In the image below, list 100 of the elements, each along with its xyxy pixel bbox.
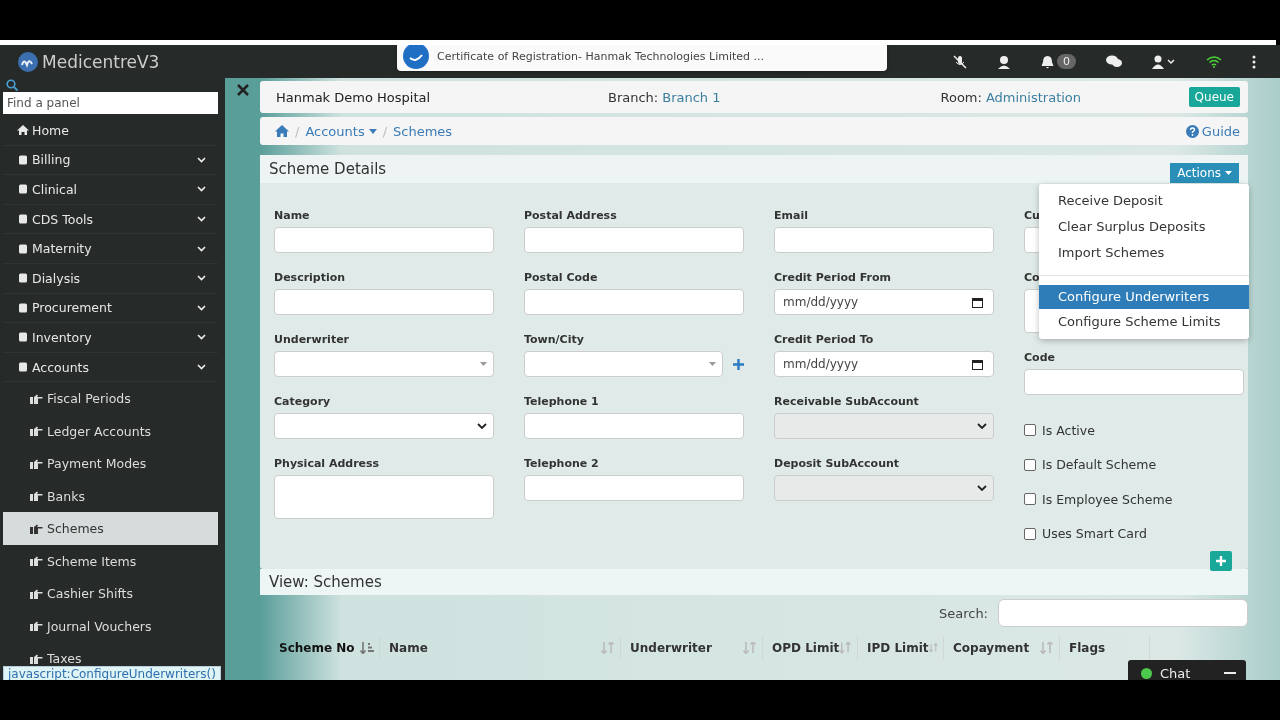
menu-item[interactable]: Configure Scheme Limits (1039, 309, 1249, 335)
field-label: Cu (1024, 209, 1040, 224)
menu-item[interactable]: Receive Deposit (1039, 188, 1249, 214)
column-header[interactable]: Underwriter (621, 636, 763, 660)
field-label: Town/City (524, 333, 584, 348)
input-field[interactable] (524, 289, 744, 315)
search-label: Search: (938, 605, 988, 621)
add-button[interactable] (1210, 551, 1232, 571)
sidebar-item[interactable]: Home (3, 116, 218, 146)
pointing-hand-icon (30, 621, 43, 632)
caret-icon (480, 362, 487, 366)
sidebar-subitem[interactable]: Schemes (3, 512, 218, 545)
section-title: View: Schemes (269, 573, 382, 591)
pointing-hand-icon (30, 588, 43, 599)
add-icon[interactable] (733, 358, 744, 370)
checkbox[interactable] (1024, 424, 1036, 437)
sidebar-item[interactable]: CDS Tools (3, 204, 218, 235)
sidebar-subitem[interactable]: Fiscal Periods (3, 382, 218, 415)
sidebar-item[interactable]: Procurement (3, 293, 218, 324)
input-field[interactable] (524, 475, 744, 501)
pointing-hand-icon (30, 556, 43, 567)
sidebar-item[interactable]: Maternity (3, 234, 218, 264)
sidebar-subitem[interactable]: Banks (3, 479, 218, 513)
status-tooltip: javascript:ConfigureUnderwriters() (3, 666, 221, 680)
online-status-icon (1141, 667, 1152, 679)
menu-item[interactable]: Configure Underwriters (1039, 285, 1249, 309)
user-menu-icon[interactable] (1152, 54, 1176, 69)
column-header[interactable]: IPD Limit (858, 636, 944, 660)
hospital-name: Hanmak Demo Hospital (276, 89, 432, 105)
sidebar-subitem[interactable]: Scheme Items (3, 544, 218, 578)
chevron-icon (477, 423, 487, 429)
field-label: Physical Address (274, 457, 380, 472)
muted-microphone-icon[interactable] (953, 54, 967, 69)
menu-item[interactable]: Import Schemes (1039, 240, 1249, 266)
field-label: Underwriter (274, 333, 350, 348)
chat-bubbles-icon[interactable] (1106, 55, 1122, 68)
support-agent-icon[interactable] (997, 54, 1011, 69)
column-header[interactable]: Copayment (944, 636, 1060, 660)
select-field[interactable] (524, 351, 723, 377)
sidebar-item[interactable]: Dialysis (3, 263, 218, 294)
date-field[interactable]: mm/dd/yyyy (774, 289, 994, 315)
branch-name[interactable]: Branch 1 (662, 89, 721, 105)
menu-item[interactable]: Clear Surplus Deposits (1039, 214, 1249, 240)
column-header[interactable]: OPD Limit (763, 636, 858, 660)
logo-icon (18, 51, 38, 72)
input-field[interactable] (774, 227, 994, 253)
caret-icon (709, 362, 716, 366)
checkbox-label: Is Default Scheme (1042, 457, 1157, 473)
field-label: Category (274, 395, 331, 410)
chevron-icon (197, 275, 206, 282)
sort-icon (839, 642, 852, 654)
close-icon[interactable] (236, 84, 249, 96)
plus-icon (1216, 556, 1226, 566)
input-field[interactable] (274, 227, 494, 253)
field-label: Name (274, 209, 310, 224)
field-label: Description (274, 271, 346, 286)
select-field[interactable] (274, 413, 494, 439)
checkbox[interactable] (1024, 493, 1036, 506)
sidebar-item[interactable]: Inventory (3, 323, 218, 353)
sidebar-item[interactable]: Clinical (3, 175, 218, 205)
field-label: Code (1024, 351, 1055, 366)
minimize-icon[interactable] (1224, 672, 1236, 674)
input-field[interactable] (524, 227, 744, 253)
bell-icon[interactable] (1041, 54, 1054, 69)
sidebar-item[interactable]: Accounts (3, 352, 218, 383)
room-name[interactable]: Administration (985, 89, 1082, 105)
sidebar-subitem[interactable]: Ledger Accounts (3, 414, 218, 448)
breadcrumb-link[interactable]: Accounts (305, 123, 377, 139)
input-field[interactable] (1024, 369, 1244, 395)
text-area[interactable] (274, 475, 494, 519)
checkbox[interactable] (1024, 458, 1036, 471)
home-icon[interactable] (275, 125, 289, 137)
panel-search-field[interactable]: Find a panel (3, 92, 218, 114)
sidebar-subitem[interactable]: Payment Modes (3, 447, 218, 480)
chevron-icon (197, 245, 206, 252)
breadcrumb-link[interactable]: Schemes (393, 123, 453, 139)
sidebar-subitem[interactable]: Journal Vouchers (3, 609, 218, 643)
sidebar-item[interactable]: Billing (3, 145, 218, 176)
actions-button[interactable]: Actions (1170, 163, 1239, 183)
date-field[interactable]: mm/dd/yyyy (774, 351, 994, 377)
column-header[interactable]: Scheme No (270, 636, 380, 660)
guide-link[interactable]: Guide (1185, 123, 1240, 139)
checkbox[interactable] (1024, 527, 1036, 540)
column-header[interactable]: Name (380, 636, 621, 660)
input-field[interactable] (274, 289, 494, 315)
input-field[interactable] (524, 413, 744, 439)
pointing-hand-icon (30, 653, 43, 664)
chevron-icon (197, 334, 206, 341)
caret-icon (1225, 171, 1232, 175)
more-options-icon[interactable] (1252, 54, 1256, 69)
search-field[interactable] (998, 599, 1248, 627)
panel-title: Scheme Details (269, 160, 387, 178)
pointing-hand-icon (30, 523, 43, 534)
sidebar-subitem[interactable]: Cashier Shifts (3, 577, 218, 610)
select-field[interactable] (274, 351, 494, 377)
room-label: Room: (940, 89, 982, 105)
breadcrumb-separator: / (295, 123, 300, 139)
chat-widget[interactable]: Chat (1128, 660, 1246, 680)
pointing-hand-icon (30, 393, 43, 404)
chevron-icon (197, 304, 206, 311)
